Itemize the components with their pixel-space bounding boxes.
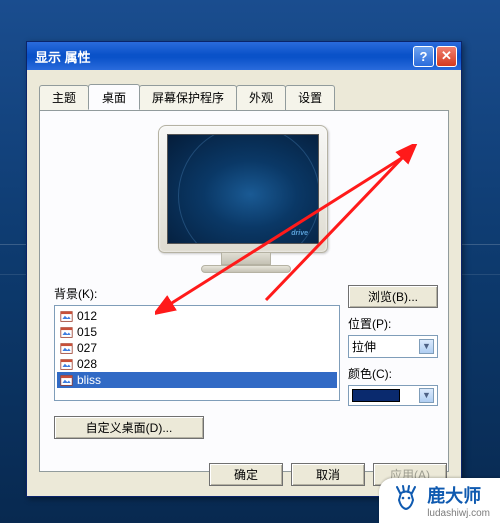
color-select[interactable]: ▼ bbox=[348, 385, 438, 406]
background-right: 浏览(B)... 位置(P): 拉伸 ▼ 颜色(C): ▼ bbox=[348, 285, 438, 406]
background-section: 背景(K): 012 015 027 028 bliss 浏览(B)... 位置(P):… bbox=[54, 285, 438, 406]
ok-button[interactable]: 确定 bbox=[209, 463, 283, 486]
background-list[interactable]: 012 015 027 028 bliss bbox=[54, 305, 340, 401]
question-icon: ? bbox=[420, 49, 428, 64]
display-properties-dialog: 显示 属性 ? ✕ 主题 桌面 屏幕保护程序 外观 设置 drive bbox=[26, 41, 462, 497]
position-value: 拉伸 bbox=[352, 338, 376, 355]
image-file-icon bbox=[59, 325, 73, 339]
background-item-label: bliss bbox=[77, 373, 101, 387]
titlebar[interactable]: 显示 属性 ? ✕ bbox=[27, 42, 461, 70]
background-left: 背景(K): 012 015 027 028 bliss bbox=[54, 285, 340, 406]
image-file-icon bbox=[59, 309, 73, 323]
monitor-preview: drive bbox=[54, 125, 438, 275]
tab-panel-desktop: drive 背景(K): 012 015 027 028 bliss 浏览(B)... … bbox=[39, 110, 449, 472]
close-icon: ✕ bbox=[441, 48, 452, 64]
tab-screensaver[interactable]: 屏幕保护程序 bbox=[139, 85, 237, 111]
background-item-label: 027 bbox=[77, 341, 97, 355]
monitor-stand bbox=[221, 253, 271, 265]
image-file-icon bbox=[59, 357, 73, 371]
tab-theme[interactable]: 主题 bbox=[39, 85, 89, 111]
customize-desktop-button[interactable]: 自定义桌面(D)... bbox=[54, 416, 204, 439]
monitor-graphic: drive bbox=[158, 125, 334, 275]
tab-strip: 主题 桌面 屏幕保护程序 外观 设置 bbox=[39, 84, 449, 110]
background-label: 背景(K): bbox=[54, 285, 340, 302]
position-select[interactable]: 拉伸 ▼ bbox=[348, 335, 438, 358]
background-item-label: 015 bbox=[77, 325, 97, 339]
background-list-item[interactable]: 028 bbox=[57, 356, 337, 372]
help-button[interactable]: ? bbox=[413, 46, 434, 67]
chevron-down-icon: ▼ bbox=[419, 388, 434, 403]
image-file-icon bbox=[59, 373, 73, 387]
color-swatch bbox=[352, 389, 400, 402]
background-list-item[interactable]: 012 bbox=[57, 308, 337, 324]
close-button[interactable]: ✕ bbox=[436, 46, 457, 67]
browse-button[interactable]: 浏览(B)... bbox=[348, 285, 438, 308]
watermark: 鹿大师 ludashiwj.com bbox=[379, 478, 500, 523]
watermark-sub: ludashiwj.com bbox=[427, 508, 490, 519]
titlebar-title: 显示 属性 bbox=[35, 47, 411, 66]
background-list-item[interactable]: bliss bbox=[57, 372, 337, 388]
watermark-title: 鹿大师 bbox=[427, 482, 490, 508]
color-label: 颜色(C): bbox=[348, 365, 438, 382]
position-label: 位置(P): bbox=[348, 315, 438, 332]
cancel-button[interactable]: 取消 bbox=[291, 463, 365, 486]
watermark-text: 鹿大师 ludashiwj.com bbox=[427, 482, 490, 519]
deer-icon bbox=[391, 484, 421, 517]
background-list-item[interactable]: 027 bbox=[57, 340, 337, 356]
custom-desktop-row: 自定义桌面(D)... bbox=[54, 416, 438, 439]
monitor-base bbox=[201, 265, 291, 273]
chevron-down-icon: ▼ bbox=[419, 339, 434, 354]
monitor-screen: drive bbox=[167, 134, 319, 244]
background-list-item[interactable]: 015 bbox=[57, 324, 337, 340]
tab-appearance[interactable]: 外观 bbox=[236, 85, 286, 111]
background-item-label: 012 bbox=[77, 309, 97, 323]
tab-desktop[interactable]: 桌面 bbox=[88, 84, 140, 110]
dialog-content: 主题 桌面 屏幕保护程序 外观 设置 drive bbox=[27, 70, 461, 496]
tab-settings[interactable]: 设置 bbox=[285, 85, 335, 111]
background-item-label: 028 bbox=[77, 357, 97, 371]
image-file-icon bbox=[59, 341, 73, 355]
monitor-brand-label: drive bbox=[291, 230, 308, 237]
monitor-frame: drive bbox=[158, 125, 328, 253]
